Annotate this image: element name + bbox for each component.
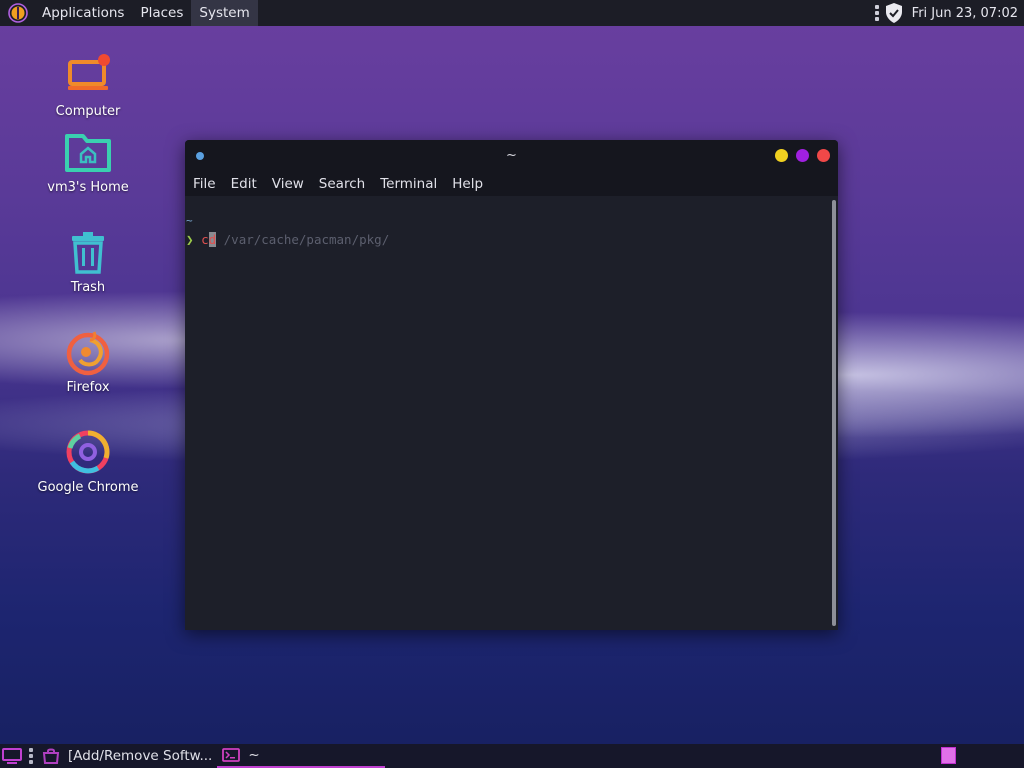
autosuggestion: /var/cache/pacman/pkg/ <box>216 232 390 247</box>
package-icon <box>42 748 60 764</box>
window-controls <box>775 149 830 162</box>
show-desktop-button[interactable] <box>1 745 23 767</box>
menu-places[interactable]: Places <box>132 0 191 26</box>
top-panel: Applications Places System Fri Jun 23, 0… <box>0 0 1024 26</box>
computer-icon <box>68 54 110 90</box>
trash-icon <box>72 232 104 274</box>
text-cursor: d <box>208 232 217 247</box>
taskbar-item-add-remove-software[interactable]: [Add/Remove Softw... <box>37 744 217 768</box>
terminal-menubar: File Edit View Search Terminal Help <box>185 172 838 196</box>
terminal-titlebar[interactable]: ~ <box>185 140 838 172</box>
menu-view[interactable]: View <box>267 176 309 192</box>
panel-handle-icon[interactable] <box>29 748 33 764</box>
chrome-icon <box>66 430 110 474</box>
desktop-icon-firefox[interactable]: Firefox <box>28 328 148 395</box>
desktop-icon-label: Computer <box>55 104 121 119</box>
taskbar-item-terminal[interactable]: ~ <box>217 744 386 768</box>
command-line[interactable]: ❯ cd /var/cache/pacman/pkg/ <box>186 232 389 247</box>
typed-command: c <box>201 232 209 247</box>
minimize-button[interactable] <box>775 149 788 162</box>
menu-terminal[interactable]: Terminal <box>375 176 442 192</box>
maximize-button[interactable] <box>796 149 809 162</box>
menu-system[interactable]: System <box>191 0 258 26</box>
taskbar-item-label: ~ <box>248 747 260 763</box>
close-button[interactable] <box>817 149 830 162</box>
terminal-scrollbar[interactable] <box>832 200 836 626</box>
terminal-window[interactable]: ~ File Edit View Search Terminal Help ~ … <box>185 140 838 630</box>
prompt-symbol: ❯ <box>186 232 194 247</box>
window-title: ~ <box>506 148 517 163</box>
clock[interactable]: Fri Jun 23, 07:02 <box>912 6 1018 21</box>
main-menu: Applications Places System <box>0 0 258 26</box>
menu-applications[interactable]: Applications <box>34 0 132 26</box>
menu-search[interactable]: Search <box>314 176 370 192</box>
firefox-icon <box>66 331 110 376</box>
cwd-line: ~ <box>186 214 193 227</box>
terminal-icon <box>222 748 241 762</box>
desktop-icon-label: Google Chrome <box>37 480 139 495</box>
desktop-icon-label: Firefox <box>66 380 110 395</box>
shield-icon[interactable] <box>884 2 904 24</box>
desktop-icon-label: Trash <box>70 280 106 295</box>
desktop-icon-home[interactable]: vm3's Home <box>28 130 148 195</box>
taskbar-item-label: [Add/Remove Softw... <box>68 748 213 764</box>
desktop-icon-label: vm3's Home <box>47 180 129 195</box>
home-folder-icon <box>65 134 111 172</box>
desktop-icon-trash[interactable]: Trash <box>28 230 148 295</box>
terminal-output[interactable]: ~ ❯ cd /var/cache/pacman/pkg/ <box>185 196 838 630</box>
desktop-icon-computer[interactable]: Computer <box>28 52 148 119</box>
desktop-icon-chrome[interactable]: Google Chrome <box>28 428 148 495</box>
monitor-icon <box>2 748 22 764</box>
workspace-switcher[interactable] <box>941 747 956 764</box>
menu-help[interactable]: Help <box>447 176 488 192</box>
distro-logo-icon[interactable] <box>8 3 28 23</box>
system-tray: Fri Jun 23, 07:02 <box>874 0 1024 26</box>
panel-handle-icon[interactable] <box>874 5 879 21</box>
menu-edit[interactable]: Edit <box>226 176 262 192</box>
bottom-panel: [Add/Remove Softw... ~ <box>0 744 1024 768</box>
menu-file[interactable]: File <box>188 176 221 192</box>
